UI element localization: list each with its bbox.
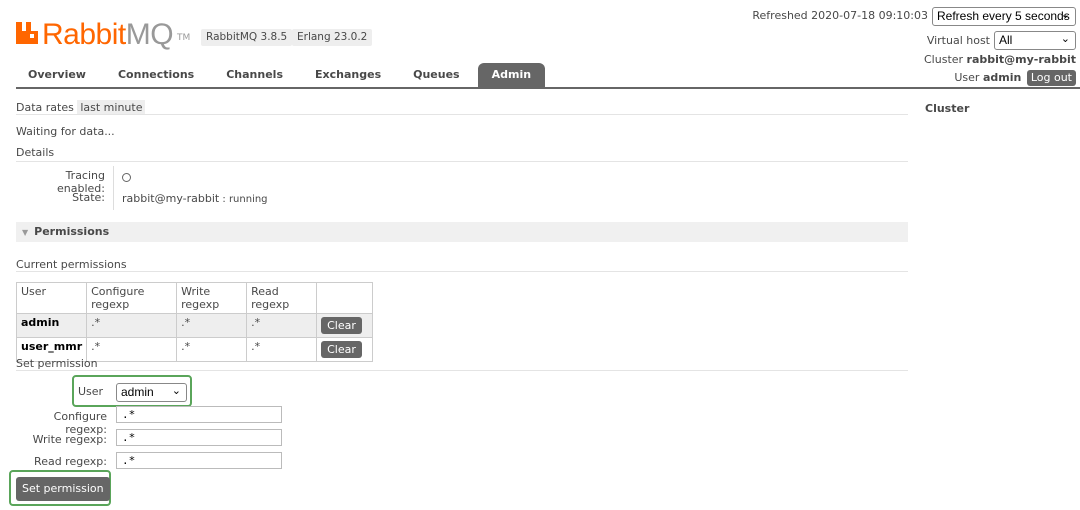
table-header-row: User Configure regexp Write regexp Read … — [15, 282, 374, 314]
version-badge: RabbitMQ 3.8.5 — [201, 29, 293, 46]
form-user-label: User — [78, 385, 104, 398]
column-header-action — [316, 282, 374, 314]
cluster-name: rabbit@my-rabbit — [966, 53, 1076, 66]
row-user: admin — [15, 313, 88, 338]
row-read: .* — [246, 313, 318, 338]
set-permission-heading: Set permission — [16, 357, 98, 370]
tab-exchanges[interactable]: Exchanges — [303, 63, 393, 87]
data-rates-label: Data rates — [16, 101, 74, 114]
tab-connections[interactable]: Connections — [106, 63, 206, 87]
row-action: Clear — [316, 337, 374, 362]
cluster-info: Cluster rabbit@my-rabbit — [924, 53, 1076, 66]
state-separator: : — [219, 194, 229, 205]
state-status: running — [228, 194, 268, 205]
chevron-down-icon: ⌄ — [1060, 9, 1070, 21]
permissions-section-toggle[interactable]: ▼ Permissions — [16, 222, 908, 242]
tab-channels[interactable]: Channels — [214, 63, 295, 87]
column-header-configure: Configure regexp — [86, 282, 178, 314]
write-regexp-input[interactable]: .* — [116, 429, 282, 446]
row-configure: .* — [86, 313, 178, 338]
row-read: .* — [246, 337, 318, 362]
clear-permission-button[interactable]: Clear — [321, 341, 362, 358]
chevron-down-icon: ⌄ — [171, 385, 181, 397]
virtual-host-value: All — [999, 33, 1013, 47]
erlang-version-badge: Erlang 23.0.2 — [292, 29, 373, 46]
logo-text-mq: MQ — [125, 18, 174, 51]
refresh-interval-value: Refresh every 5 seconds — [937, 9, 1070, 23]
tracing-radio[interactable] — [122, 173, 131, 182]
tab-admin[interactable]: Admin — [477, 63, 546, 87]
divider — [16, 114, 908, 115]
row-action: Clear — [316, 313, 374, 338]
row-write: .* — [176, 337, 248, 362]
read-regexp-label: Read regexp: — [34, 455, 107, 468]
clear-permission-button[interactable]: Clear — [321, 317, 362, 334]
logout-button[interactable]: Log out — [1026, 70, 1076, 86]
divider — [16, 271, 908, 272]
column-header-read: Read regexp — [246, 282, 318, 314]
state-label: State: — [72, 191, 105, 204]
data-rates-range[interactable]: last minute — [77, 100, 146, 115]
column-header-write: Write regexp — [176, 282, 248, 314]
user-name: admin — [982, 71, 1022, 84]
table-row: admin .* .* .* Clear — [15, 313, 374, 338]
virtual-host-label: Virtual host — [926, 34, 990, 47]
details-heading: Details — [16, 146, 55, 159]
state-value: rabbit@my-rabbit : running — [122, 192, 268, 205]
tab-overview[interactable]: Overview — [16, 63, 98, 87]
rabbitmq-logo[interactable]: RabbitMQ TM — [16, 14, 190, 50]
column-header-user: User — [15, 282, 88, 314]
row-configure: .* — [86, 337, 178, 362]
chevron-down-icon: ⌄ — [1060, 33, 1070, 45]
sidebar-cluster-heading: Cluster — [925, 102, 970, 115]
user-label: User — [954, 71, 980, 84]
triangle-down-icon: ▼ — [22, 228, 29, 237]
read-regexp-input[interactable]: .* — [116, 452, 282, 469]
configure-regexp-input[interactable]: .* — [116, 406, 282, 423]
user-select-value: admin — [121, 385, 154, 399]
divider — [16, 161, 908, 162]
refreshed-timestamp: Refreshed 2020-07-18 09:10:03 — [752, 9, 928, 22]
logo-trademark: TM — [177, 33, 191, 43]
tab-queues[interactable]: Queues — [401, 63, 471, 87]
main-nav-tabs: Overview Connections Channels Exchanges … — [16, 63, 549, 87]
details-separator — [113, 166, 114, 210]
row-write: .* — [176, 313, 248, 338]
rabbit-logo-icon — [16, 22, 38, 44]
user-select[interactable]: admin ⌄ — [116, 383, 187, 402]
state-node: rabbit@my-rabbit — [122, 192, 220, 205]
logo-text-rabbit: Rabbit — [42, 18, 126, 51]
set-permission-button[interactable]: Set permission — [16, 477, 110, 501]
divider — [16, 370, 908, 371]
tab-underline — [16, 87, 1080, 89]
permissions-heading: Permissions — [34, 225, 110, 238]
permissions-table: User Configure regexp Write regexp Read … — [15, 282, 374, 362]
user-info: User admin Log out — [954, 69, 1076, 86]
refresh-interval-select[interactable]: Refresh every 5 seconds ⌄ — [932, 7, 1076, 26]
write-regexp-label: Write regexp: — [32, 433, 107, 446]
virtual-host-select[interactable]: All ⌄ — [994, 31, 1076, 50]
cluster-label: Cluster — [924, 53, 964, 66]
data-rates: Data rates last minute — [16, 100, 146, 115]
waiting-message: Waiting for data... — [16, 125, 115, 138]
current-permissions-heading: Current permissions — [16, 258, 127, 271]
